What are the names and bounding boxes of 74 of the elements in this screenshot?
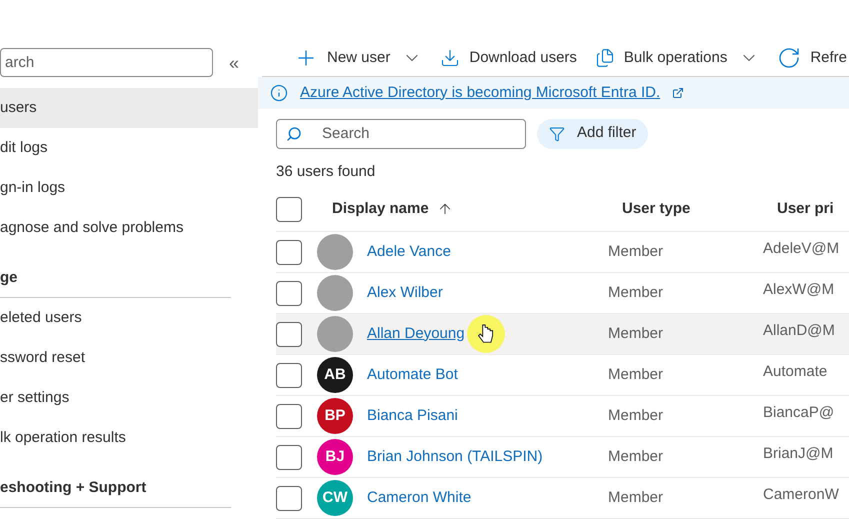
- table-row[interactable]: BP Bianca Pisani Member BiancaP@: [276, 396, 849, 437]
- column-header[interactable]: Display name: [332, 198, 429, 220]
- user-principal-cell-text: Automate: [763, 362, 828, 382]
- user-name-link[interactable]: Adele Vance: [367, 240, 451, 264]
- photo-placeholder: [317, 316, 353, 352]
- documents-icon: [594, 48, 615, 68]
- table-row[interactable]: Allan Deyoung Member AllanD@M: [276, 314, 849, 355]
- search-icon: [286, 126, 302, 142]
- user-name-link[interactable]: Cameron White: [367, 486, 472, 510]
- user-type-cell-text: Member: [608, 446, 664, 467]
- user-name-link[interactable]: Allan Deyoung: [367, 322, 465, 346]
- toolbar-button[interactable]: Bulk operations: [594, 46, 728, 70]
- select-all-checkbox[interactable]: [276, 196, 302, 222]
- column-header[interactable]: User pri: [777, 198, 834, 220]
- column-header[interactable]: User type: [622, 198, 690, 220]
- search-field[interactable]: arch: [0, 48, 213, 77]
- nav-item[interactable]: dit logs: [0, 128, 258, 168]
- user-type-cell-text: Member: [608, 282, 664, 303]
- photo-placeholder: [317, 275, 353, 311]
- info-icon: [270, 84, 288, 102]
- toolbar-button[interactable]: Download users: [440, 46, 577, 70]
- nav-item[interactable]: agnose and solve problems: [0, 208, 258, 248]
- table-row[interactable]: AB Automate Bot Member Automate: [276, 355, 849, 396]
- nav-item[interactable]: gn-in logs: [0, 168, 258, 208]
- table-row[interactable]: CW Cameron White Member CameronW: [276, 478, 849, 519]
- user-type-cell-text: Member: [608, 242, 664, 262]
- user-principal-cell-text: AllanD@M: [763, 321, 835, 341]
- nav-item[interactable]: users: [0, 88, 258, 128]
- download-icon: [440, 48, 460, 68]
- banner-link[interactable]: Azure Active Directory is becoming Microsoft Entra ID.: [300, 82, 660, 104]
- row-checkbox[interactable]: [276, 444, 302, 470]
- result-count: 36 users found: [275, 162, 376, 182]
- row-checkbox[interactable]: [276, 404, 302, 428]
- section-heading: eshooting + Support: [0, 478, 146, 498]
- nav-item[interactable]: eleted users: [0, 298, 258, 338]
- table-row[interactable]: Adele Vance Member AdeleV@M: [276, 232, 849, 273]
- user-principal-cell-text: CameronW: [763, 485, 839, 505]
- initials-avatar: CW: [317, 480, 353, 516]
- collapse-button[interactable]: «: [229, 54, 240, 72]
- user-name-link[interactable]: Brian Johnson (TAILSPIN): [367, 446, 543, 468]
- user-name-link[interactable]: Alex Wilber: [367, 282, 443, 304]
- nav-item[interactable]: lk operation results: [0, 418, 258, 458]
- user-principal-cell-text: AdeleV@M: [763, 239, 840, 259]
- table-row[interactable]: Alex Wilber Member AlexW@M: [276, 273, 849, 314]
- nav-item[interactable]: er settings: [0, 378, 258, 418]
- section-heading: ge: [0, 268, 18, 288]
- nav-item[interactable]: ssword reset: [0, 338, 258, 378]
- initials-avatar: AB: [317, 357, 353, 393]
- photo-placeholder: [317, 234, 353, 270]
- row-checkbox[interactable]: [276, 486, 302, 510]
- user-type-cell-text: Member: [608, 406, 664, 426]
- toolbar-button[interactable]: Refre: [777, 46, 848, 70]
- row-checkbox[interactable]: [276, 322, 302, 346]
- user-name-link[interactable]: Automate Bot: [367, 364, 458, 386]
- user-principal-cell-text: BiancaP@: [763, 403, 834, 423]
- row-checkbox[interactable]: [276, 362, 302, 388]
- user-principal-cell-text: AlexW@M: [763, 280, 834, 300]
- search-field[interactable]: Search: [276, 118, 526, 148]
- toolbar-button[interactable]: New user: [294, 46, 390, 70]
- filter-icon: [549, 126, 565, 142]
- user-name-link[interactable]: Bianca Pisani: [367, 404, 458, 428]
- user-type-cell-text: Member: [608, 364, 664, 385]
- external-link-icon[interactable]: [672, 86, 684, 99]
- user-principal-cell-text: BrianJ@M: [763, 444, 834, 464]
- row-checkbox[interactable]: [276, 280, 302, 306]
- refresh-icon: [777, 46, 802, 70]
- table-row[interactable]: BJ Brian Johnson (TAILSPIN) Member BrianJ@M: [276, 437, 849, 478]
- pointer-cursor-drawing: [466, 315, 505, 353]
- row-checkbox[interactable]: [276, 240, 302, 264]
- user-type-cell-text: Member: [608, 324, 664, 344]
- initials-avatar: BP: [317, 398, 353, 434]
- initials-avatar: BJ: [317, 439, 353, 475]
- add-filter-button[interactable]: Add filter: [537, 118, 648, 148]
- user-type-cell-text: Member: [608, 488, 664, 508]
